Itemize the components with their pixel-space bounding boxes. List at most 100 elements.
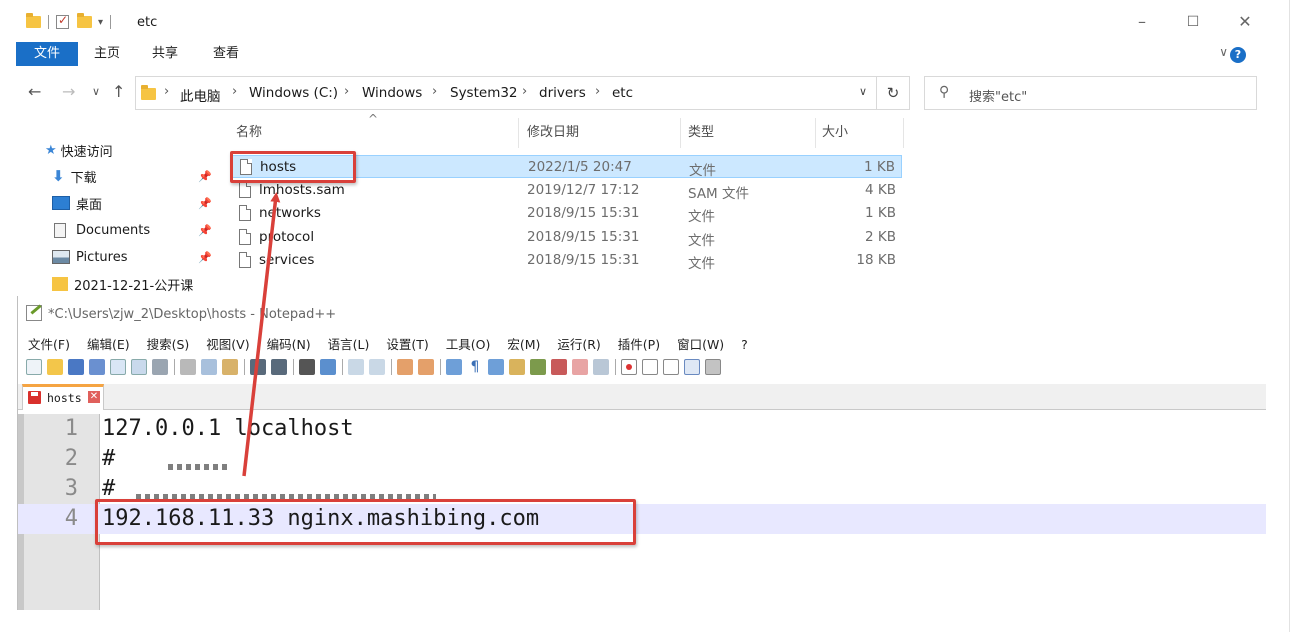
column-header-date[interactable]: 修改日期: [527, 118, 579, 148]
breadcrumb-c-drive[interactable]: Windows (C:): [249, 85, 338, 101]
nav-item-desktop[interactable]: 桌面: [52, 192, 102, 214]
file-row-networks[interactable]: networks 2018/9/15 15:31 文件 1 KB: [232, 202, 902, 225]
chevron-right-icon[interactable]: ›: [164, 84, 169, 99]
forward-arrow-icon[interactable]: →: [62, 82, 75, 101]
function-list-icon[interactable]: [530, 359, 546, 375]
show-all-chars-icon[interactable]: ¶: [467, 359, 483, 375]
column-header-name[interactable]: 名称: [236, 118, 262, 148]
menu-window[interactable]: 窗口(W): [677, 337, 724, 352]
close-file-icon[interactable]: [110, 359, 126, 375]
monitoring-icon[interactable]: [593, 359, 609, 375]
zoom-out-icon[interactable]: [369, 359, 385, 375]
close-button[interactable]: ✕: [1230, 10, 1260, 34]
nav-item-quick-access[interactable]: ★ 快速访问: [45, 139, 113, 161]
menu-encoding[interactable]: 编码(N): [267, 337, 311, 352]
help-icon[interactable]: ?: [1230, 47, 1246, 63]
minimize-button[interactable]: –: [1127, 10, 1157, 34]
expand-ribbon-icon[interactable]: ∨: [1219, 45, 1228, 59]
open-file-icon[interactable]: [47, 359, 63, 375]
new-file-icon[interactable]: [26, 359, 42, 375]
print-icon[interactable]: [152, 359, 168, 375]
redo-icon[interactable]: [271, 359, 287, 375]
stop-macro-icon[interactable]: [642, 359, 658, 375]
code-line[interactable]: 2 #: [18, 444, 1266, 474]
nav-item-documents[interactable]: Documents: [52, 219, 150, 241]
breadcrumb-windows[interactable]: Windows: [362, 85, 422, 101]
close-tab-icon[interactable]: ✕: [88, 391, 100, 403]
menu-settings[interactable]: 设置(T): [386, 337, 428, 352]
menu-run[interactable]: 运行(R): [557, 337, 600, 352]
address-dropdown-icon[interactable]: ∨: [859, 85, 867, 98]
recent-locations-icon[interactable]: ∨: [92, 85, 100, 98]
breadcrumb-system32[interactable]: System32: [450, 85, 518, 101]
cut-icon[interactable]: [180, 359, 196, 375]
save-icon[interactable]: [68, 359, 84, 375]
pin-icon[interactable]: 📌: [198, 197, 212, 210]
doc-list-icon[interactable]: [572, 359, 588, 375]
column-header-size[interactable]: 大小: [822, 118, 848, 148]
menu-view[interactable]: 视图(V): [206, 337, 249, 352]
properties-icon[interactable]: [56, 13, 69, 29]
save-all-icon[interactable]: [89, 359, 105, 375]
file-row-protocol[interactable]: protocol 2018/9/15 15:31 文件 2 KB: [232, 226, 902, 249]
tab-share[interactable]: 共享: [152, 42, 178, 66]
tab-view[interactable]: 查看: [213, 42, 239, 66]
up-arrow-icon[interactable]: ↑: [112, 82, 125, 101]
tab-hosts[interactable]: hosts ✕: [22, 384, 104, 410]
breadcrumb-etc[interactable]: etc: [612, 85, 633, 101]
chevron-right-icon[interactable]: ›: [344, 84, 349, 99]
column-header-type[interactable]: 类型: [688, 118, 714, 148]
zoom-in-icon[interactable]: [348, 359, 364, 375]
back-arrow-icon[interactable]: ←: [28, 82, 41, 101]
undo-icon[interactable]: [250, 359, 266, 375]
tab-file[interactable]: 文件: [16, 42, 78, 66]
code-line[interactable]: 1 127.0.0.1 localhost: [18, 414, 1266, 444]
save-macro-icon[interactable]: [705, 359, 721, 375]
nav-item-downloads[interactable]: ⬇ 下载: [52, 165, 97, 187]
menu-search[interactable]: 搜索(S): [147, 337, 190, 352]
search-box[interactable]: ⚲ 搜索"etc": [924, 76, 1257, 110]
menu-tools[interactable]: 工具(O): [446, 337, 491, 352]
doc-map-icon[interactable]: [509, 359, 525, 375]
run-macro-multiple-icon[interactable]: [684, 359, 700, 375]
paste-icon[interactable]: [222, 359, 238, 375]
replace-icon[interactable]: [320, 359, 336, 375]
record-macro-icon[interactable]: [621, 359, 637, 375]
menu-help[interactable]: ?: [741, 337, 748, 352]
find-icon[interactable]: [299, 359, 315, 375]
word-wrap-icon[interactable]: [446, 359, 462, 375]
breadcrumb-this-pc[interactable]: 此电脑: [180, 85, 221, 105]
refresh-icon[interactable]: ↻: [876, 77, 909, 109]
menu-macro[interactable]: 宏(M): [507, 337, 540, 352]
breadcrumb-drivers[interactable]: drivers: [539, 85, 586, 101]
address-bar[interactable]: › 此电脑 › Windows (C:) › Windows › System3…: [135, 76, 910, 110]
nav-item-folder[interactable]: 2021-12-21-公开课: [52, 273, 193, 295]
line-text[interactable]: #: [102, 444, 115, 474]
menu-language[interactable]: 语言(L): [328, 337, 370, 352]
folder-workspace-icon[interactable]: [551, 359, 567, 375]
new-folder-icon[interactable]: [77, 13, 92, 28]
sync-horizontal-icon[interactable]: [418, 359, 434, 375]
indent-guide-icon[interactable]: [488, 359, 504, 375]
file-row-services[interactable]: services 2018/9/15 15:31 文件 18 KB: [232, 249, 902, 272]
close-all-icon[interactable]: [131, 359, 147, 375]
tab-home[interactable]: 主页: [94, 42, 120, 66]
chevron-right-icon[interactable]: ›: [595, 84, 600, 99]
play-macro-icon[interactable]: [663, 359, 679, 375]
customize-dropdown-icon[interactable]: ▾: [98, 17, 103, 28]
chevron-right-icon[interactable]: ›: [232, 84, 237, 99]
nav-item-pictures[interactable]: Pictures: [52, 246, 127, 268]
menu-plugins[interactable]: 插件(P): [618, 337, 660, 352]
notepad-plus-plus-window: *C:\Users\zjw_2\Desktop\hosts - Notepad+…: [17, 296, 1266, 610]
chevron-right-icon[interactable]: ›: [432, 84, 437, 99]
pin-icon[interactable]: 📌: [198, 170, 212, 183]
menu-file[interactable]: 文件(F): [28, 337, 70, 352]
pin-icon[interactable]: 📌: [198, 224, 212, 237]
line-text[interactable]: 127.0.0.1 localhost: [102, 414, 354, 444]
sync-vertical-icon[interactable]: [397, 359, 413, 375]
maximize-button[interactable]: ☐: [1178, 10, 1208, 34]
pin-icon[interactable]: 📌: [198, 251, 212, 264]
chevron-right-icon[interactable]: ›: [522, 84, 527, 99]
copy-icon[interactable]: [201, 359, 217, 375]
menu-edit[interactable]: 编辑(E): [87, 337, 130, 352]
